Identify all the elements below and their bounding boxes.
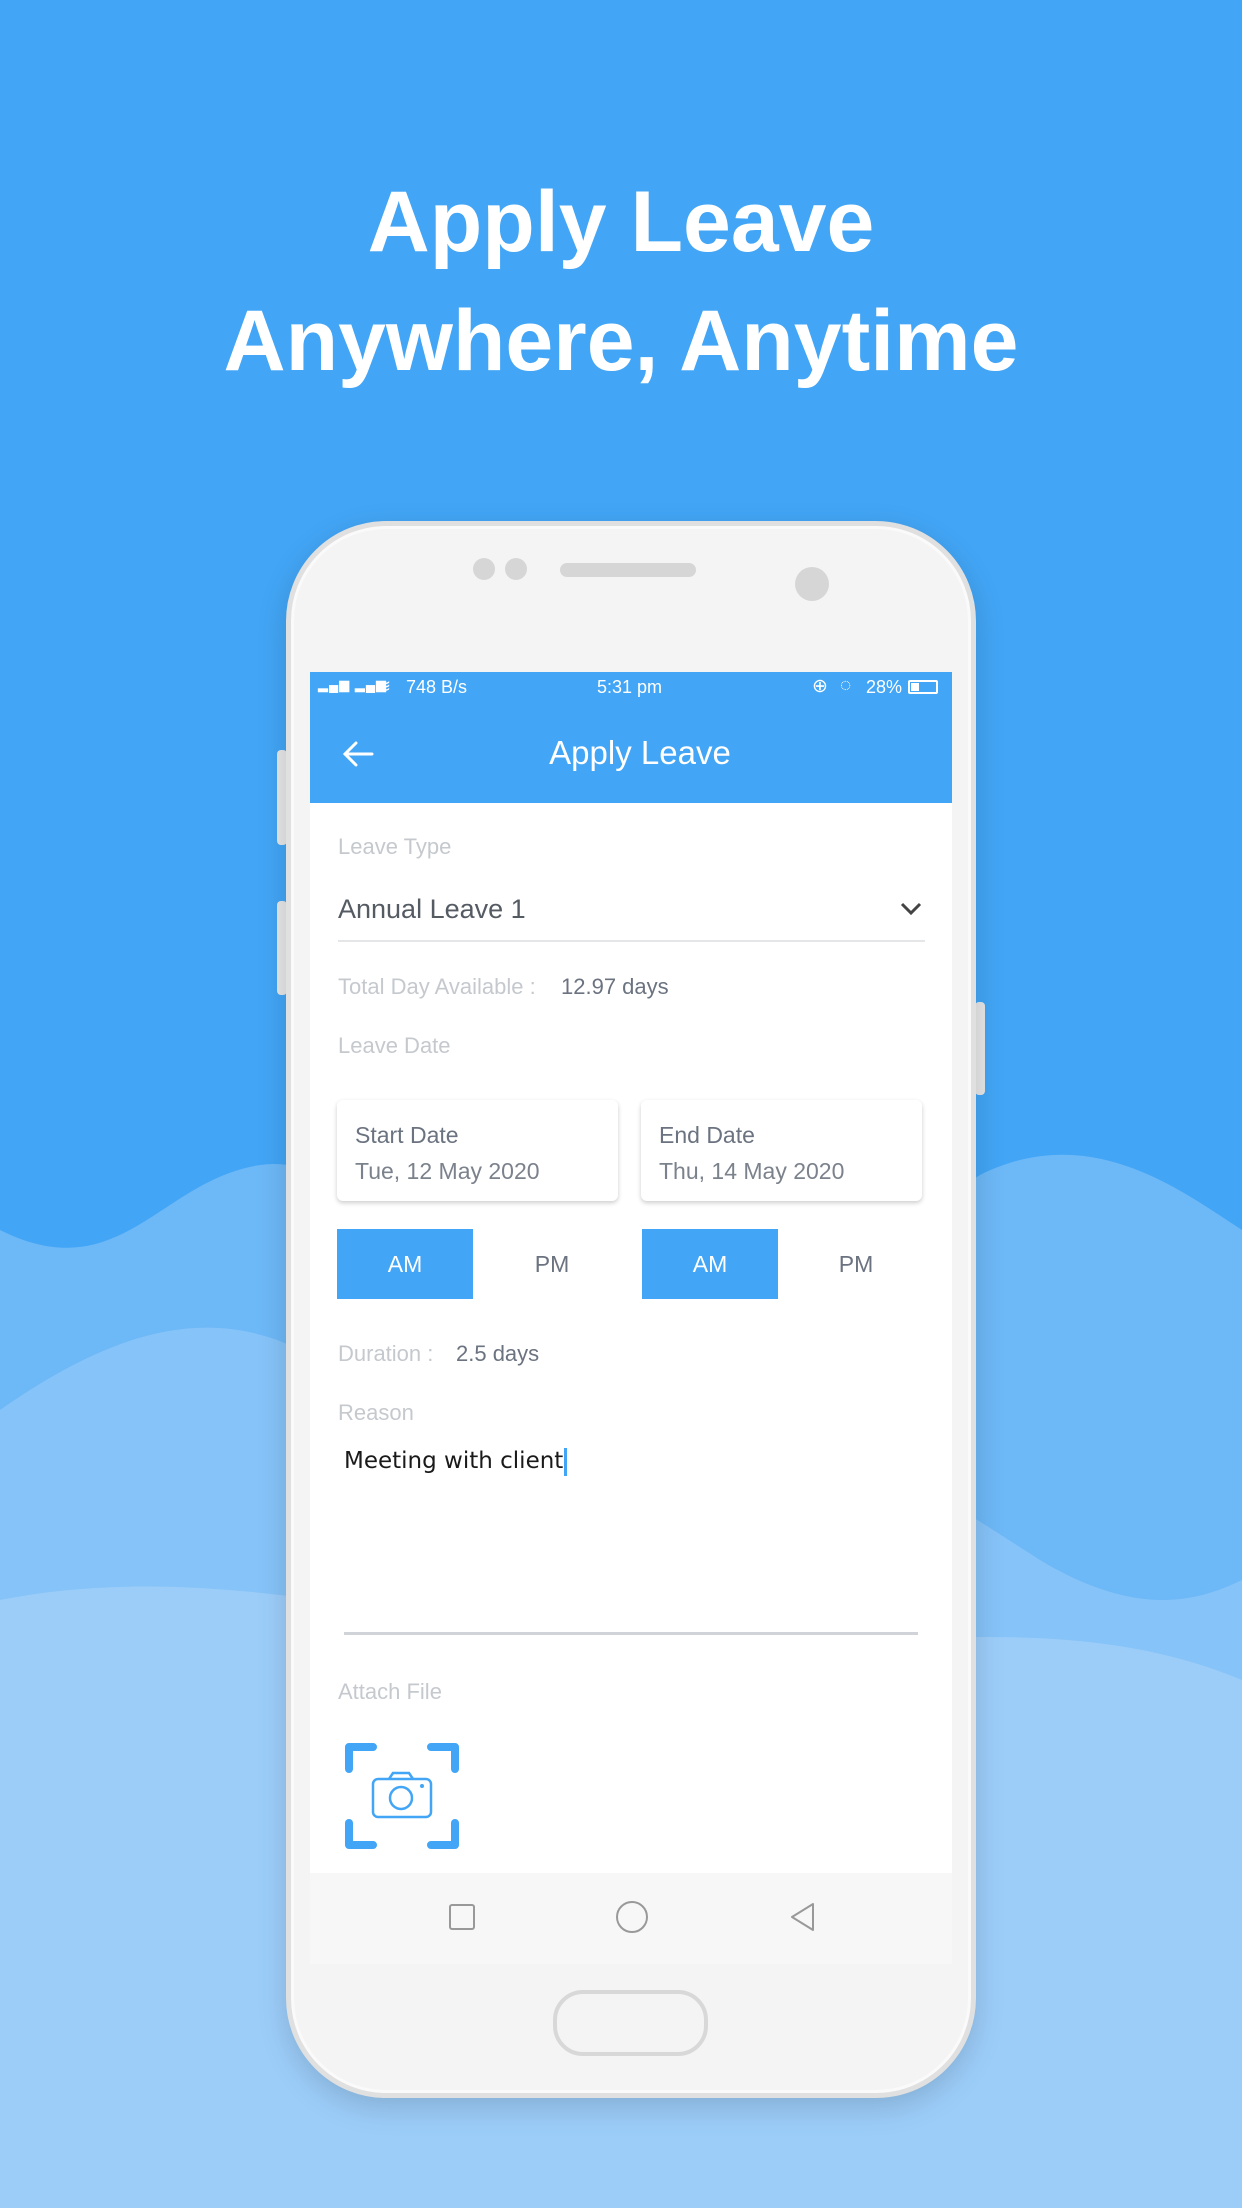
- reason-value: Meeting with client: [344, 1448, 564, 1474]
- clock: 5:31 pm: [597, 677, 663, 697]
- headline-line-2: Anywhere, Anytime: [223, 293, 1019, 389]
- reason-label: Reason: [338, 1400, 414, 1425]
- location-icon: ◌: [840, 675, 852, 696]
- total-day-label: Total Day Available :: [338, 974, 536, 999]
- page-title: Apply Leave: [549, 734, 731, 771]
- end-date-card[interactable]: End Date Thu, 14 May 2020: [641, 1100, 922, 1201]
- speaker-grille: [560, 563, 696, 577]
- end-pm-toggle[interactable]: PM: [788, 1229, 924, 1299]
- battery-percent: 28%: [866, 677, 903, 697]
- network-speed: 748 B/s: [406, 677, 468, 697]
- headline-line-1: Apply Leave: [367, 174, 875, 270]
- start-am-toggle[interactable]: AM: [337, 1229, 473, 1299]
- attach-file-label: Attach File: [338, 1679, 442, 1704]
- text-cursor: [564, 1448, 567, 1476]
- sensor-dot: [505, 558, 527, 580]
- circle-home-icon[interactable]: [616, 1901, 648, 1933]
- start-date-card[interactable]: Start Date Tue, 12 May 2020: [337, 1100, 618, 1201]
- front-camera: [795, 567, 829, 601]
- start-date-value: Tue, 12 May 2020: [355, 1158, 540, 1184]
- status-bar: ▂▄▆ ▂▄▆ ≋ 748 B/s 5:31 pm ⊕ ◌ 28%: [310, 672, 952, 704]
- app-screen: ▂▄▆ ▂▄▆ ≋ 748 B/s 5:31 pm ⊕ ◌ 28% Apply …: [310, 672, 952, 1964]
- start-date-label: Start Date: [355, 1122, 459, 1148]
- app-bar: Apply Leave: [310, 704, 952, 803]
- wifi-icon: ≋: [376, 676, 392, 696]
- duration-value: 2.5 days: [456, 1341, 540, 1366]
- duration-label: Duration :: [338, 1341, 434, 1366]
- power-button: [975, 1002, 985, 1095]
- square-recents-icon[interactable]: [449, 1904, 475, 1930]
- leave-date-label: Leave Date: [338, 1033, 451, 1058]
- end-date-label: End Date: [659, 1122, 755, 1148]
- sensor-dot: [473, 558, 495, 580]
- triangle-back-icon[interactable]: [789, 1901, 817, 1933]
- chevron-down-icon: [900, 902, 922, 916]
- total-day-value: 12.97 days: [561, 974, 669, 999]
- reason-textarea[interactable]: Meeting with client: [344, 1442, 918, 1635]
- camera-icon[interactable]: [345, 1743, 459, 1849]
- leave-type-dropdown[interactable]: Annual Leave 1: [338, 890, 925, 942]
- rotation-lock-icon: ⊕: [812, 676, 828, 697]
- leave-type-value: Annual Leave 1: [338, 894, 526, 924]
- home-button: [553, 1990, 708, 2056]
- battery-icon: [908, 680, 938, 694]
- leave-type-label: Leave Type: [338, 834, 452, 859]
- end-date-value: Thu, 14 May 2020: [659, 1158, 845, 1184]
- navigation-bar: [310, 1873, 952, 1964]
- end-am-toggle[interactable]: AM: [642, 1229, 778, 1299]
- start-pm-toggle[interactable]: PM: [484, 1229, 620, 1299]
